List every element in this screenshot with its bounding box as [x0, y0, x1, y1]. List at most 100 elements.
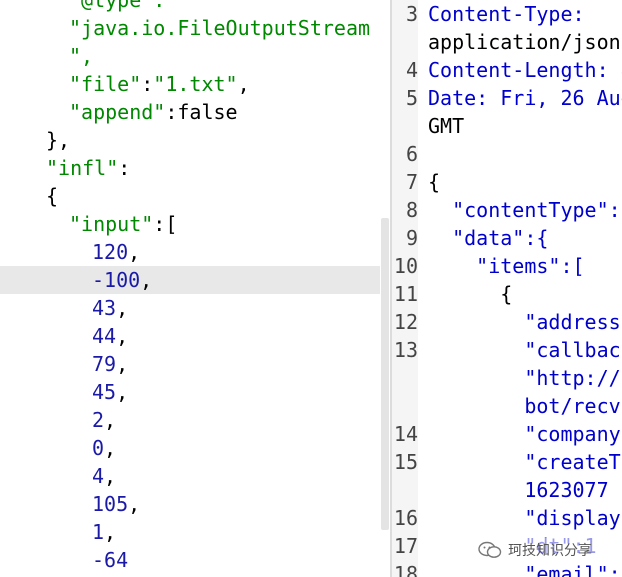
code-token: ,	[116, 296, 129, 320]
code-line: 105,	[92, 490, 140, 518]
code-token: ,	[140, 268, 153, 292]
code-text: "company	[428, 422, 621, 446]
code-line: 3 Content-Type:	[392, 0, 622, 28]
code-text: "items":[	[428, 254, 585, 278]
code-token: 0	[92, 436, 105, 460]
code-token: "java.io.FileOutputStream	[69, 16, 371, 40]
code-token: ,	[116, 324, 129, 348]
code-line: "@type":	[69, 0, 165, 14]
code-line: "append":false	[69, 98, 238, 126]
code-line: 11 {	[392, 280, 622, 308]
code-line: 0,	[92, 434, 116, 462]
code-line: -64	[92, 546, 128, 574]
code-token: ,	[237, 72, 250, 96]
code-line: 1623077	[392, 476, 622, 504]
code-line: "http://	[392, 364, 622, 392]
code-line: ",	[69, 42, 93, 70]
code-token: 43	[92, 296, 117, 320]
code-text: "createT	[428, 450, 621, 474]
line-number: 18	[393, 562, 418, 577]
code-line: -100,	[92, 266, 152, 294]
watermark: 珂技知识分享	[478, 538, 618, 562]
code-token: ,	[128, 492, 141, 516]
code-text: {	[428, 170, 441, 194]
code-line: "file":"1.txt",	[69, 70, 250, 98]
wechat-icon	[478, 541, 502, 558]
code-token: ,	[104, 408, 117, 432]
watermark-text: 珂技知识分享	[508, 543, 592, 559]
code-line: bot/recv	[392, 392, 622, 420]
code-token: :	[118, 156, 131, 180]
code-line: 45,	[92, 378, 128, 406]
line-number: 6	[405, 142, 418, 166]
code-line: },	[46, 126, 70, 154]
code-line: 12 "address	[392, 308, 622, 336]
code-token: ",	[69, 44, 94, 68]
code-token: {	[46, 184, 59, 208]
code-line: 43,	[92, 294, 128, 322]
code-text: "http://	[428, 366, 621, 390]
code-text: Content-Length: 8	[428, 58, 622, 82]
line-number: 8	[405, 198, 418, 222]
code-token: },	[46, 128, 71, 152]
code-text: Content-Type:	[428, 2, 585, 26]
line-number: 13	[393, 338, 418, 362]
code-token: "input"	[69, 212, 154, 236]
code-text: "callbac	[428, 338, 621, 362]
code-line: 2,	[92, 406, 116, 434]
left-editor-pane[interactable]: "@type": "java.io.FileOutputStream ", "file…	[0, 0, 390, 577]
line-number: 7	[405, 170, 418, 194]
code-token: ,	[116, 380, 129, 404]
code-token: ,	[116, 352, 129, 376]
code-token: "@type":	[69, 0, 166, 12]
line-number: 12	[393, 310, 418, 334]
code-text: "contentType":n	[428, 198, 622, 222]
code-token: 79	[92, 352, 117, 376]
code-token: "1.txt"	[153, 72, 238, 96]
line-number: 4	[405, 58, 418, 82]
left-scrollbar[interactable]	[381, 218, 389, 530]
line-number: 9	[405, 226, 418, 250]
code-token: 44	[92, 324, 117, 348]
code-token: 4	[92, 464, 105, 488]
code-line: 120,	[92, 238, 140, 266]
code-line: "java.io.FileOutputStream	[69, 14, 370, 42]
code-line: GMT	[392, 112, 622, 140]
code-line: 9 "data":{	[392, 224, 622, 252]
code-token: 120	[92, 240, 129, 264]
code-text: "address	[428, 310, 621, 334]
code-text: Date: Fri, 26 Aug	[428, 86, 622, 110]
code-token: ,	[104, 464, 117, 488]
code-line: 15 "createT	[392, 448, 622, 476]
code-line: "input":[	[69, 210, 177, 238]
code-line: 44,	[92, 322, 128, 350]
code-line: 4 Content-Length: 8	[392, 56, 622, 84]
code-token: ,	[128, 240, 141, 264]
code-text: bot/recv	[428, 394, 621, 418]
line-number: 15	[393, 450, 418, 474]
code-text: "data":{	[428, 226, 549, 250]
code-line: 1,	[92, 518, 116, 546]
code-token: "append"	[69, 100, 166, 124]
code-token: :[	[153, 212, 178, 236]
code-line: 16 "display	[392, 504, 622, 532]
code-line: 14 "company	[392, 420, 622, 448]
current-line-highlight	[0, 266, 380, 294]
code-text: 1623077	[428, 478, 609, 502]
line-number: 14	[393, 422, 418, 446]
right-editor-pane[interactable]: 3 Content-Type: application/json 4 Content-L…	[392, 0, 622, 577]
code-line: 79,	[92, 350, 128, 378]
code-text: application/json	[428, 30, 621, 54]
code-line: 5 Date: Fri, 26 Aug	[392, 84, 622, 112]
line-number: 16	[393, 506, 418, 530]
line-number: 11	[393, 282, 418, 306]
code-text: {	[428, 282, 513, 306]
code-line: 18 "email":	[392, 560, 622, 577]
line-number: 10	[393, 254, 418, 278]
code-token: 45	[92, 380, 117, 404]
line-number: 17	[393, 534, 418, 558]
code-token: ,	[104, 520, 117, 544]
code-token: "infl"	[46, 156, 119, 180]
code-token: -100	[92, 268, 141, 292]
code-token: 105	[92, 492, 129, 516]
